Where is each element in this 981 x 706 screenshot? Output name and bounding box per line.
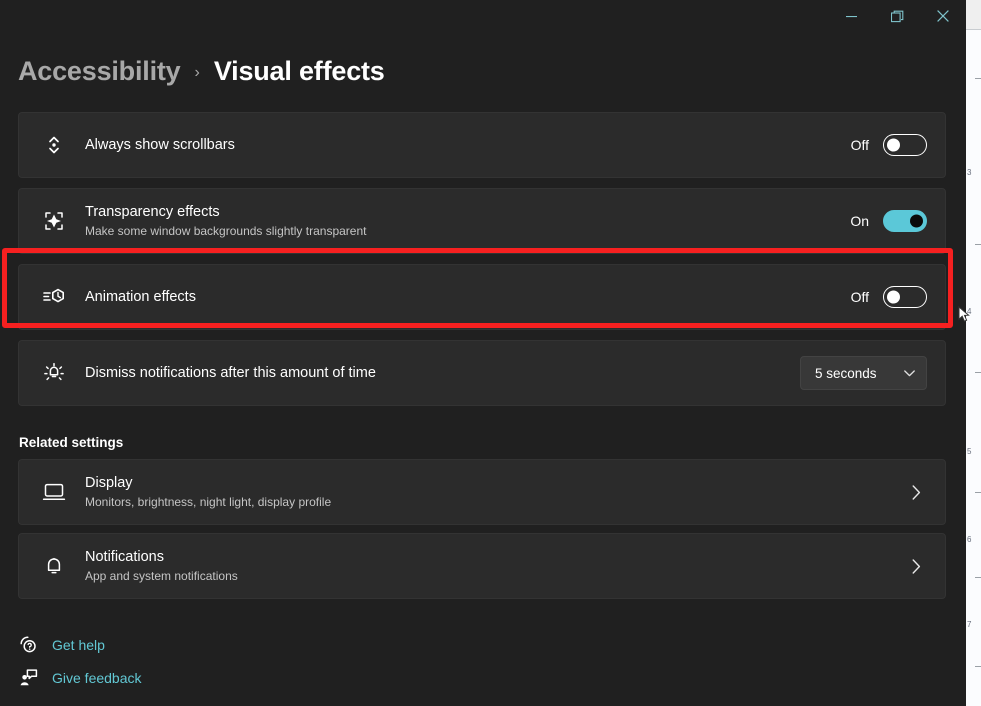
- transparency-icon: [39, 210, 69, 232]
- setting-control: Off: [851, 286, 927, 308]
- setting-title: Transparency effects: [85, 203, 850, 221]
- toggle-knob: [910, 215, 923, 228]
- titlebar: [828, 0, 966, 32]
- setting-title: Always show scrollbars: [85, 136, 851, 154]
- setting-text: Animation effects: [85, 288, 851, 306]
- related-subtitle: Monitors, brightness, night light, displ…: [85, 494, 912, 510]
- toggle-state-label: Off: [851, 137, 869, 153]
- ruler-tick: [975, 78, 981, 79]
- toggle-animation-effects[interactable]: [883, 286, 927, 308]
- setting-row-dismiss-notifications[interactable]: Dismiss notifications after this amount …: [19, 341, 945, 405]
- toggle-state-label: Off: [851, 289, 869, 305]
- ruler-number: 3: [967, 168, 971, 177]
- setting-title: Animation effects: [85, 288, 851, 306]
- related-row-notifications[interactable]: Notifications App and system notificatio…: [19, 534, 945, 598]
- toggle-knob: [887, 139, 900, 152]
- setting-card-transparency-effects: Transparency effects Make some window ba…: [18, 188, 946, 254]
- maximize-button[interactable]: [874, 0, 920, 32]
- monitor-icon: [39, 482, 69, 502]
- setting-text: Dismiss notifications after this amount …: [85, 364, 800, 382]
- setting-row-animation-effects[interactable]: Animation effects Off: [19, 265, 945, 329]
- setting-card-dismiss-notifications: Dismiss notifications after this amount …: [18, 340, 946, 406]
- setting-card-animation-effects: Animation effects Off: [18, 264, 946, 330]
- give-feedback-link[interactable]: Give feedback: [18, 661, 142, 694]
- notification-alert-icon: [39, 362, 69, 384]
- breadcrumb-separator-icon: ›: [195, 64, 200, 82]
- section-title-related-settings: Related settings: [19, 435, 946, 450]
- help-icon: [18, 635, 38, 654]
- minimize-icon: [846, 11, 857, 22]
- scrollbar-icon: [39, 134, 69, 156]
- bell-icon: [39, 555, 69, 577]
- setting-control: 5 seconds: [800, 356, 927, 390]
- ruler-tick: [975, 244, 981, 245]
- setting-subtitle: Make some window backgrounds slightly tr…: [85, 223, 850, 239]
- related-row-display[interactable]: Display Monitors, brightness, night ligh…: [19, 460, 945, 524]
- breadcrumb: Accessibility › Visual effects: [18, 56, 385, 87]
- footer-links: Get help Give feedback: [18, 628, 142, 694]
- toggle-transparency-effects[interactable]: [883, 210, 927, 232]
- minimize-button[interactable]: [828, 0, 874, 32]
- adjacent-window-strip: 3 4 5 6 7: [966, 0, 981, 706]
- page-title: Visual effects: [214, 56, 385, 87]
- ruler-tick: [975, 577, 981, 578]
- related-title: Notifications: [85, 548, 912, 566]
- ruler-number: 7: [967, 620, 971, 629]
- restore-icon: [891, 10, 904, 23]
- setting-row-always-show-scrollbars[interactable]: Always show scrollbars Off: [19, 113, 945, 177]
- mouse-cursor: [958, 306, 971, 329]
- setting-text: Always show scrollbars: [85, 136, 851, 154]
- setting-title: Dismiss notifications after this amount …: [85, 364, 800, 382]
- setting-text: Transparency effects Make some window ba…: [85, 203, 850, 239]
- chevron-right-icon: [912, 485, 927, 500]
- dropdown-selected-value: 5 seconds: [815, 366, 877, 381]
- chevron-right-icon: [912, 559, 927, 574]
- breadcrumb-parent-link[interactable]: Accessibility: [18, 56, 181, 87]
- toggle-knob: [887, 291, 900, 304]
- related-subtitle: App and system notifications: [85, 568, 912, 584]
- setting-row-transparency-effects[interactable]: Transparency effects Make some window ba…: [19, 189, 945, 253]
- get-help-label: Get help: [52, 637, 105, 653]
- settings-window: Accessibility › Visual effects Always sh…: [0, 0, 966, 706]
- ruler-number: 5: [967, 447, 971, 456]
- get-help-link[interactable]: Get help: [18, 628, 142, 661]
- related-card-notifications: Notifications App and system notificatio…: [18, 533, 946, 599]
- ruler-number: 6: [967, 535, 971, 544]
- feedback-icon: [18, 668, 38, 687]
- adjacent-window-header: [966, 0, 981, 30]
- ruler-tick: [975, 492, 981, 493]
- chevron-down-icon: [904, 370, 915, 377]
- close-button[interactable]: [920, 0, 966, 32]
- related-card-display: Display Monitors, brightness, night ligh…: [18, 459, 946, 525]
- close-icon: [937, 10, 949, 22]
- related-title: Display: [85, 474, 912, 492]
- ruler-tick: [975, 666, 981, 667]
- toggle-always-show-scrollbars[interactable]: [883, 134, 927, 156]
- dropdown-dismiss-time[interactable]: 5 seconds: [800, 356, 927, 390]
- setting-control: On: [850, 210, 927, 232]
- setting-control: Off: [851, 134, 927, 156]
- related-text: Display Monitors, brightness, night ligh…: [85, 474, 912, 510]
- toggle-state-label: On: [850, 213, 869, 229]
- give-feedback-label: Give feedback: [52, 670, 142, 686]
- ruler-tick: [975, 372, 981, 373]
- animation-icon: [39, 287, 69, 307]
- setting-card-always-show-scrollbars: Always show scrollbars Off: [18, 112, 946, 178]
- related-text: Notifications App and system notificatio…: [85, 548, 912, 584]
- main-content: Always show scrollbars Off: [18, 112, 946, 599]
